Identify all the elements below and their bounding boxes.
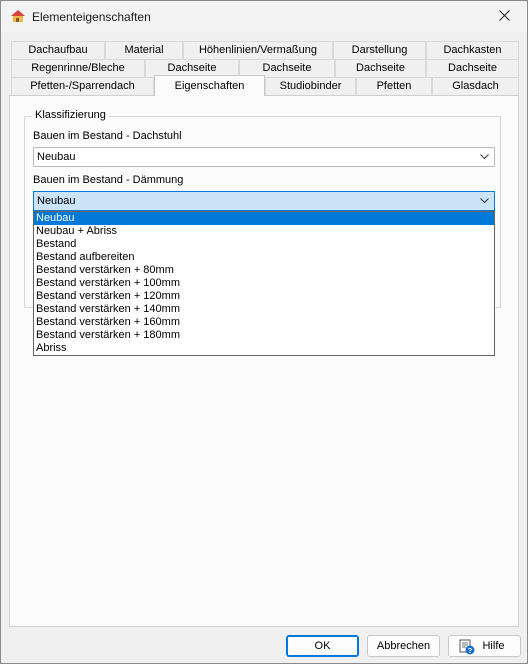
chevron-down-icon (480, 154, 489, 160)
roof-structure-select[interactable]: Neubau (33, 147, 495, 167)
dialog-window: Elementeigenschaften Dachaufbau Material… (0, 0, 528, 664)
title-bar[interactable]: Elementeigenschaften (1, 1, 527, 32)
dropdown-option[interactable]: Bestand verstärken + 80mm (34, 264, 494, 277)
roof-app-icon (11, 10, 25, 22)
tab-material[interactable]: Material (105, 41, 183, 59)
window-title: Elementeigenschaften (32, 10, 151, 24)
help-label: Hilfe (482, 640, 505, 652)
roof-structure-label: Bauen im Bestand - Dachstuhl (33, 130, 182, 142)
dropdown-option[interactable]: Bestand verstärken + 100mm (34, 277, 494, 290)
tab-regenrinne[interactable]: Regenrinne/Bleche (11, 59, 145, 77)
roof-structure-value: Neubau (37, 151, 76, 163)
dropdown-option[interactable]: Neubau (34, 212, 494, 225)
tab-pfetten-sparrendach[interactable]: Pfetten-/Sparrendach (11, 77, 154, 95)
tab-studiobinder[interactable]: Studiobinder (265, 77, 356, 95)
dropdown-option[interactable]: Bestand verstärken + 140mm (34, 303, 494, 316)
dropdown-option[interactable]: Bestand verstärken + 120mm (34, 290, 494, 303)
tab-darstellung[interactable]: Darstellung (333, 41, 426, 59)
ok-button[interactable]: OK (286, 635, 359, 657)
insulation-select[interactable]: Neubau (33, 191, 495, 211)
classification-legend: Klassifizierung (32, 109, 109, 121)
cancel-button[interactable]: Abbrechen (367, 635, 440, 657)
tab-dachkasten[interactable]: Dachkasten (426, 41, 519, 59)
tab-hoehenlinien[interactable]: Höhenlinien/Vermaßung (183, 41, 333, 59)
help-button[interactable]: ? Hilfe (448, 635, 521, 657)
tab-dachseite-4[interactable]: Dachseite (426, 59, 519, 77)
dropdown-option[interactable]: Bestand (34, 238, 494, 251)
insulation-label: Bauen im Bestand - Dämmung (33, 174, 184, 186)
tab-pfetten[interactable]: Pfetten (356, 77, 432, 95)
dropdown-option[interactable]: Bestand verstärken + 160mm (34, 316, 494, 329)
dropdown-option[interactable]: Bestand aufbereiten (34, 251, 494, 264)
tab-glasdach[interactable]: Glasdach (432, 77, 519, 95)
dropdown-option[interactable]: Neubau + Abriss (34, 225, 494, 238)
help-icon: ? (459, 639, 475, 655)
dropdown-option[interactable]: Bestand verstärken + 180mm (34, 329, 494, 342)
insulation-dropdown-list[interactable]: Neubau Neubau + Abriss Bestand Bestand a… (33, 211, 495, 356)
tab-dachseite-3[interactable]: Dachseite (335, 59, 426, 77)
close-button[interactable] (483, 1, 527, 31)
tab-eigenschaften[interactable]: Eigenschaften (154, 75, 265, 96)
close-icon (499, 10, 510, 21)
svg-text:?: ? (468, 648, 472, 655)
dropdown-option[interactable]: Abriss (34, 342, 494, 355)
insulation-value: Neubau (37, 195, 76, 207)
chevron-down-icon (480, 198, 489, 204)
tab-dachaufbau[interactable]: Dachaufbau (11, 41, 105, 59)
